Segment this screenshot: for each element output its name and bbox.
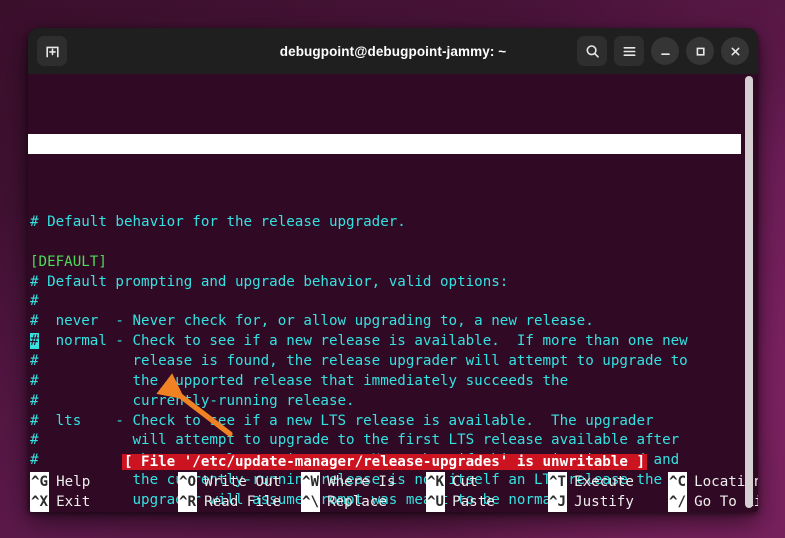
shortcut-key: ^O: [178, 472, 198, 492]
status-message: [ File '/etc/update-manager/release-upgr…: [121, 454, 648, 470]
new-tab-button[interactable]: [37, 36, 67, 66]
shortcut-read-file[interactable]: ^R Read File: [178, 492, 301, 512]
minimize-icon: [660, 52, 670, 55]
nano-bottom-bars: [ File '/etc/update-manager/release-upgr…: [28, 452, 758, 512]
editor-line: # currently-running release.: [30, 392, 355, 409]
shortcut-key: ^K: [426, 472, 446, 492]
editor-line: # lts - Check to see if a new LTS releas…: [30, 412, 654, 429]
shortcut-label: Paste: [452, 494, 495, 510]
search-icon: [585, 44, 599, 58]
shortcut-label: Justify: [574, 494, 634, 510]
shortcut-key: ^J: [548, 492, 568, 512]
shortcut-row-primary: ^G Help ^O Write Out ^W Where Is ^K Cut ^T Execut…: [28, 472, 758, 492]
scrollbar-thumb[interactable]: [745, 76, 753, 508]
nano-status-row: [ File '/etc/update-manager/release-upgr…: [28, 452, 741, 472]
search-button[interactable]: [577, 36, 607, 66]
new-tab-icon: [45, 46, 59, 57]
shortcut-key: ^R: [178, 492, 198, 512]
shortcut-key: ^G: [30, 472, 50, 492]
maximize-button[interactable]: [686, 37, 714, 65]
shortcut-justify[interactable]: ^J Justify: [548, 492, 668, 512]
shortcut-label: Replace: [327, 494, 387, 510]
titlebar-controls: [570, 36, 749, 66]
shortcut-cut[interactable]: ^K Cut: [426, 472, 548, 492]
menu-button[interactable]: [614, 36, 644, 66]
shortcut-label: Read File: [204, 494, 281, 510]
shortcut-key: ^X: [30, 492, 50, 512]
shortcut-label: Execute: [574, 474, 634, 490]
hamburger-menu-icon: [623, 46, 635, 56]
terminal-scrollbar[interactable]: [744, 74, 755, 512]
shortcut-write-out[interactable]: ^O Write Out: [178, 472, 301, 492]
terminal-content[interactable]: GNU nano 6.2 /etc/update-manager/release…: [28, 74, 758, 512]
shortcut-row-secondary: ^X Exit ^R Read File ^\ Replace ^U Paste ^J Justi…: [28, 492, 758, 512]
minimize-button[interactable]: [651, 37, 679, 65]
maximize-icon: [696, 47, 705, 56]
close-icon: [731, 47, 739, 55]
shortcut-paste[interactable]: ^U Paste: [426, 492, 548, 512]
shortcut-execute[interactable]: ^T Execute: [548, 472, 668, 492]
text-cursor: #: [30, 333, 39, 350]
shortcut-label: Cut: [452, 474, 478, 490]
close-button[interactable]: [721, 37, 749, 65]
editor-line: # Default behavior for the release upgra…: [30, 214, 406, 231]
shortcut-key: ^\: [301, 492, 321, 512]
editor-line: [DEFAULT]: [30, 253, 107, 270]
editor-line: # Default prompting and upgrade behavior…: [30, 273, 509, 290]
window-titlebar: debugpoint@debugpoint-jammy: ~: [28, 28, 758, 74]
shortcut-label: Help: [56, 474, 91, 490]
editor-line: # normal - Check to see if a new release…: [30, 333, 688, 350]
shortcut-label: Where Is: [327, 474, 396, 490]
shortcut-replace[interactable]: ^\ Replace: [301, 492, 426, 512]
editor-line: # never - Never check for, or allow upgr…: [30, 313, 594, 330]
shortcut-key: ^T: [548, 472, 568, 492]
nano-title-bar: GNU nano 6.2 /etc/update-manager/release…: [28, 133, 741, 154]
terminal-window: debugpoint@debugpoint-jammy: ~ # Default…: [28, 28, 758, 512]
shortcut-key: ^C: [668, 472, 688, 492]
shortcut-key: ^U: [426, 492, 446, 512]
shortcut-key: ^/: [668, 492, 688, 512]
shortcut-help[interactable]: ^G Help: [28, 472, 178, 492]
editor-line: #: [30, 293, 39, 310]
nano-editor[interactable]: GNU nano 6.2 /etc/update-manager/release…: [28, 74, 758, 512]
shortcut-key: ^W: [301, 472, 321, 492]
shortcut-where-is[interactable]: ^W Where Is: [301, 472, 426, 492]
shortcut-label: Write Out: [204, 474, 281, 490]
shortcut-exit[interactable]: ^X Exit: [28, 492, 178, 512]
editor-line: # release is found, the release upgrader…: [30, 352, 688, 369]
shortcut-label: Exit: [56, 494, 91, 510]
editor-line: # the supported release that immediately…: [30, 372, 569, 389]
editor-line: # will attempt to upgrade to the first L…: [30, 432, 680, 449]
